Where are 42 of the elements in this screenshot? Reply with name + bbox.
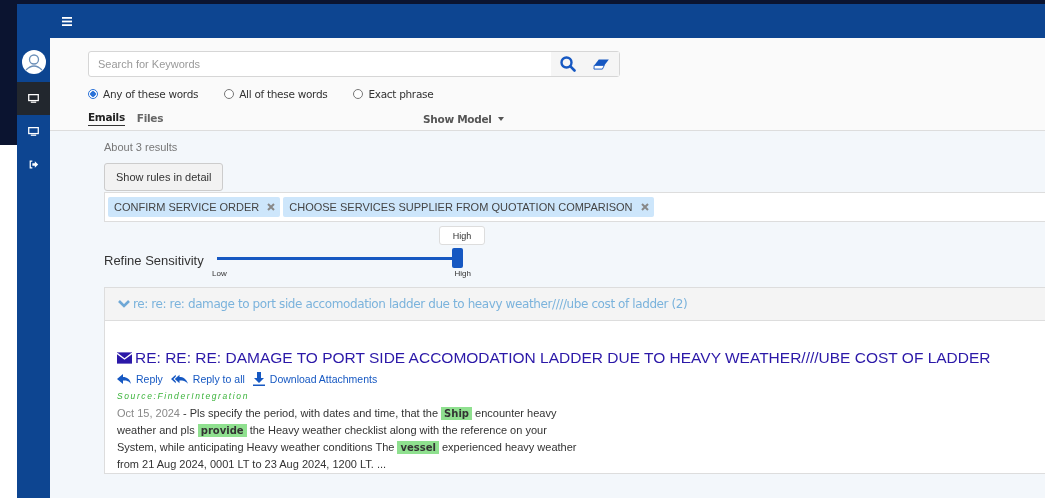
caret-icon xyxy=(497,116,504,121)
eraser-icon[interactable] xyxy=(593,58,611,70)
reply-icon xyxy=(117,374,131,384)
thread-title: re: re: re: damage to port side accomodation ladder due to heavy weather////ube cost of ladder (2) xyxy=(133,297,688,311)
search-icon[interactable] xyxy=(559,56,576,72)
slider-label: Refine Sensitivity xyxy=(104,253,205,268)
email-snippet: Oct 15, 2024 - Pls specify the period, with dates and time, that the Ship encounter heavy weather and pls provide the Heavy weather checklist along with the reference on your System, while anticipating Heavy weather conditions The vessel experienced heavy weather from 21 Aug 2024, 0001 LT to 23 Aug 2024, 1200 LT. ... xyxy=(117,406,578,472)
sign-out-icon xyxy=(28,160,39,169)
slider-tooltip: High xyxy=(439,226,485,245)
show-rules-button[interactable]: Show rules in detail xyxy=(104,163,224,191)
results-count: About 3 results xyxy=(104,141,179,153)
radio-button[interactable] xyxy=(224,89,235,99)
tag-label: CONFIRM SERVICE ORDER xyxy=(114,201,260,213)
monitor-icon xyxy=(28,127,39,136)
monitor-nav-item[interactable] xyxy=(17,82,50,115)
email-action-link[interactable]: Reply xyxy=(117,372,163,386)
download-icon xyxy=(252,372,265,386)
tab[interactable]: Files xyxy=(136,111,164,126)
tag-label: CHOOSE SERVICES SUPPLIER FROM QUOTATION COMPARISON xyxy=(289,201,633,213)
slider-min-label: Low xyxy=(212,269,227,278)
radio-label: Exact phrase xyxy=(368,88,434,100)
radio-button[interactable] xyxy=(88,89,98,99)
menu-icon[interactable] xyxy=(62,16,72,26)
envelope-icon xyxy=(117,352,132,364)
source-label: Source:FinderIntegration xyxy=(117,391,250,401)
show-model-dropdown[interactable]: Show Model xyxy=(423,112,504,125)
slider-thumb[interactable] xyxy=(452,248,463,268)
slider-max-label: High xyxy=(454,269,471,278)
radio-button[interactable] xyxy=(353,89,364,99)
reply-all-icon xyxy=(170,374,188,384)
email-action-link[interactable]: Download Attachments xyxy=(252,372,378,386)
radio-option[interactable]: Exact phrase xyxy=(353,88,434,100)
search-field[interactable]: Search for Keywords xyxy=(89,52,551,76)
email-subject-link[interactable]: RE: RE: RE: DAMAGE TO PORT SIDE ACCOMODATION LADDER DUE TO HEAVY WEATHER////UBE COST OF LADDER xyxy=(135,349,991,367)
avatar-icon[interactable] xyxy=(21,50,46,74)
email-action-link[interactable]: Reply to all xyxy=(170,372,245,386)
search-bar[interactable]: Search for Keywords xyxy=(88,51,620,77)
monitor-icon xyxy=(28,94,39,103)
chevron-icon xyxy=(118,300,130,308)
close-icon[interactable] xyxy=(640,203,649,211)
tab[interactable]: Emails xyxy=(88,111,125,126)
close-icon[interactable] xyxy=(267,203,276,211)
